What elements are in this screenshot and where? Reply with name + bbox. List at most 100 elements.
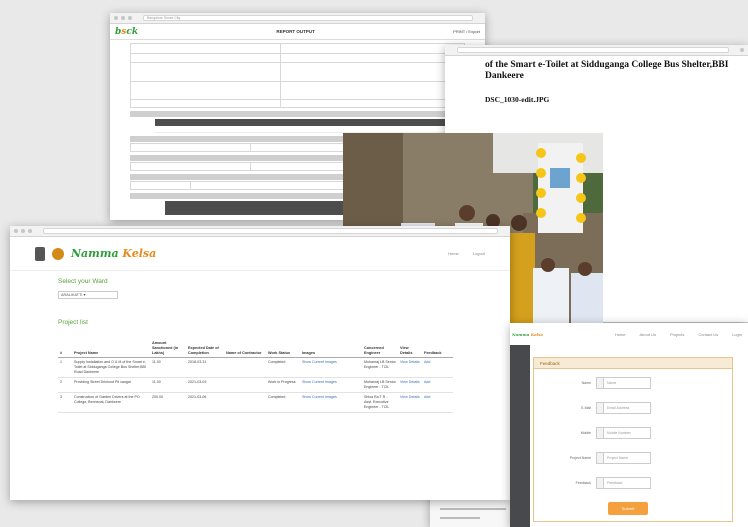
nav-link-logout[interactable]: Logout [473,251,485,256]
window-control-icon[interactable] [128,16,132,20]
panel-heading: Feedback [534,358,732,369]
print-export-button[interactable]: PRINT / Export [453,29,480,34]
reload-icon[interactable] [28,229,32,233]
cell-completion-date: 2018-03-31 [186,357,224,378]
add-feedback-link[interactable]: Add [422,357,453,378]
window-control-icon[interactable] [114,16,118,20]
cell-amount: 200.00 [150,392,186,413]
show-images-link[interactable]: Show Current Images [300,392,362,413]
add-feedback-link[interactable]: Add [422,392,453,413]
nav-link-home[interactable]: Home [615,332,626,337]
brand-logo: bsck [115,26,139,37]
image-filename: DSC_1030-edit.JPG [485,95,550,104]
comment-icon [596,477,603,489]
report-title: REPORT OUTPUT [276,29,315,34]
envelope-icon [596,402,603,414]
form-row: E-Mail Email Address [534,402,732,414]
column-header: Feedback [422,340,453,358]
view-details-link[interactable]: View Details [398,357,422,378]
project-table: # Project Name Amount Sanctioned (in Lak… [58,340,453,413]
section-table-header [155,119,465,126]
window-control-icon[interactable] [121,16,125,20]
brand-logo[interactable]: Namma Kelsa [512,329,543,339]
show-images-link[interactable]: Show Current Images [300,357,362,378]
cell-project-name: Supply Installation and O & M of the Sma… [72,357,150,378]
column-header: Amount Sanctioned (in Lakhs) [150,340,186,358]
nav-link-contact[interactable]: Contact Us [698,332,718,337]
browser-chrome [445,45,748,56]
phone-icon [596,427,603,439]
column-header: View Details [398,340,422,358]
nav-link-about[interactable]: About Us [640,332,656,337]
forward-icon[interactable] [21,229,25,233]
email-input[interactable]: Email Address [603,402,651,414]
back-icon[interactable] [14,229,18,233]
cell-completion-date: 2021-03-03 [186,377,224,393]
form-row: Project Name Project Name [534,452,732,464]
view-details-link[interactable]: View Details [398,392,422,413]
column-header: Project Name [72,340,150,358]
report-sections [110,111,485,117]
add-feedback-link[interactable]: Add [422,377,453,393]
browser-chrome: Bangalore Smart City [110,13,485,24]
section-bar [130,111,465,117]
cell-index: 2 [58,377,72,393]
table-row: 1 Supply Installation and O & M of the S… [58,357,453,378]
table-row: 2 Providing Street Drinkout Pit vangal 1… [58,377,453,393]
field-label: Project Name [569,456,591,460]
column-header: Expected Date of Completion [186,340,224,358]
address-bar[interactable] [457,47,729,53]
cell-engineer: Mohanraj LB Senior Engineer - TCIL [362,377,398,393]
cell-status: Work in Progress [266,377,300,393]
form-row: Name Name [534,377,732,389]
field-label: Mobile [580,431,591,435]
brand-logo[interactable]: Namma Kelsa [71,247,156,260]
feedback-input[interactable]: Feedback [603,477,651,489]
nav-link-home[interactable]: Home [448,251,459,256]
feedback-panel: Feedback Name Name E-Mail Email Address … [533,357,733,522]
nav-link-projects[interactable]: Projects [670,332,684,337]
project-name-input[interactable]: Project Name [603,452,651,464]
cell-index: 3 [58,392,72,413]
column-header: Images [300,340,362,358]
cell-project-name: Providing Street Drinkout Pit vangal [72,377,150,393]
cell-status: Completed [266,357,300,378]
cell-engineer: Shiva Ra T R - Asst. Executive Engineer … [362,392,398,413]
submit-button[interactable]: Submit [608,502,648,515]
cell-project-name: Construction of Garden Drivers at the PO… [72,392,150,413]
nav-link-login[interactable]: Login [732,332,742,337]
nav-links: Home Logout [448,251,485,256]
caption-line: Dankeere [485,71,524,81]
image-caption: of the Smart e-Toilet at Sidduganga Coll… [445,56,748,82]
text-line [440,517,480,519]
feedback-window: Namma Kelsa Home About Us Projects Conta… [510,323,748,527]
cell-status: Completed [266,392,300,413]
column-header: Concerned Engineer [362,340,398,358]
menu-icon[interactable] [740,48,744,52]
column-header: Name of Contractor [224,340,266,358]
ward-select-label: Select your Ward [58,278,108,285]
field-row [130,100,465,108]
cell-contractor [224,392,266,413]
user-icon [596,377,603,389]
city-logo-icon [52,247,64,260]
column-header: # [58,340,72,358]
column-header: Work Status [266,340,300,358]
mobile-input[interactable]: Mobile Number [603,427,651,439]
view-details-link[interactable]: View Details [398,377,422,393]
name-input[interactable]: Name [603,377,651,389]
caption-line: of the Smart e-Toilet at Sidduganga Coll… [485,60,729,70]
site-navbar: Namma Kelsa Home Logout [10,237,510,271]
browser-chrome [10,226,510,237]
address-bar[interactable]: Bangalore Smart City [143,15,473,21]
cell-completion-date: 2021-03-06 [186,392,224,413]
briefcase-icon [596,452,603,464]
cell-amount: 11.00 [150,357,186,378]
cell-contractor [224,377,266,393]
address-bar[interactable] [43,228,498,234]
project-list-window: Namma Kelsa Home Logout Select your Ward… [10,226,510,500]
field-row [130,82,465,100]
show-images-link[interactable]: Show Current Images [300,377,362,393]
ward-select[interactable]: ARALIKATTI ▾ [58,291,118,299]
field-label: E-Mail [581,406,591,410]
